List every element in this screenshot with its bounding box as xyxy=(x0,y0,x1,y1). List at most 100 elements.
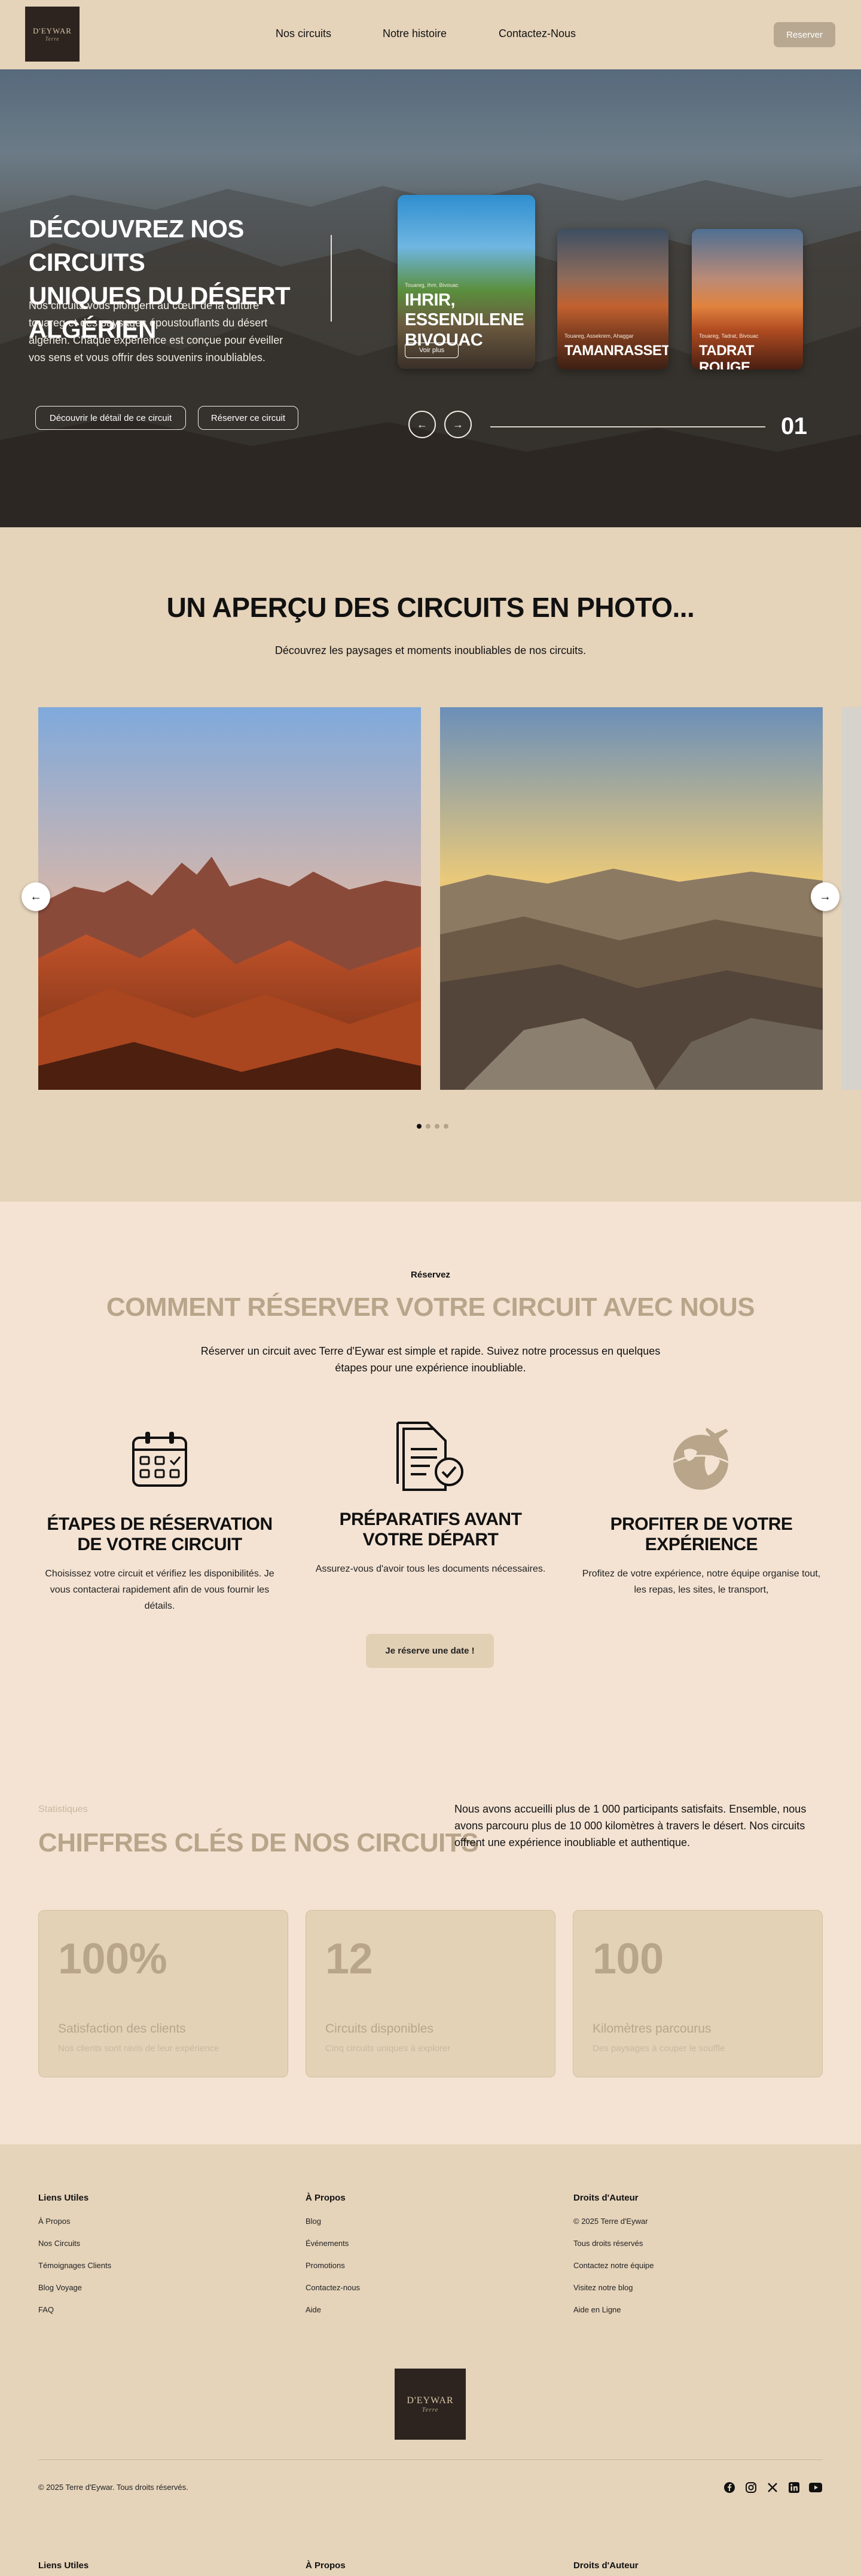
x-icon[interactable] xyxy=(766,2481,779,2494)
gallery-dot[interactable] xyxy=(435,1124,439,1129)
hero-section: DÉCOUVREZ NOS CIRCUITS UNIQUES DU DÉSERT… xyxy=(0,69,861,527)
footer-copyright: © 2025 Terre d'Eywar. Tous droits réserv… xyxy=(38,2483,188,2492)
card-tag: Touareg, Tadrat, Bivouac xyxy=(699,333,759,339)
gallery-prev-button[interactable]: ← xyxy=(22,882,50,911)
hero-description: Nos circuits vous plongent au cœur de la… xyxy=(29,300,283,363)
circuit-card-tamanrasset[interactable]: Touareg, Assekrem, Ahaggar TAMANRASSET xyxy=(557,229,668,369)
stat-card-kilometres: 100 Kilomètres parcourus Des paysages à … xyxy=(573,1910,823,2077)
footer-link[interactable]: Aide xyxy=(306,2305,321,2314)
book-date-button[interactable]: Je réserve une date ! xyxy=(366,1634,494,1668)
footer-link[interactable]: Visitez notre blog xyxy=(573,2283,633,2292)
step-booking: ÉTAPES DE RÉSERVATION DE VOTRE CIRCUIT C… xyxy=(40,1514,279,1614)
reserve-title: COMMENT RÉSERVER VOTRE CIRCUIT AVEC NOUS xyxy=(106,1292,755,1322)
card-tag: Touareg, Assekrem, Ahaggar xyxy=(564,333,634,339)
arrow-left-icon: ← xyxy=(417,418,428,430)
logo[interactable]: D'EYWAR Terre xyxy=(25,7,80,62)
stat-value: 100 xyxy=(593,1935,664,1983)
instagram-icon[interactable] xyxy=(744,2481,758,2494)
nav-nos-circuits[interactable]: Nos circuits xyxy=(276,27,331,40)
footer-repeat-title: Liens Utiles xyxy=(38,2560,89,2571)
step-title: ÉTAPES DE RÉSERVATION DE VOTRE CIRCUIT xyxy=(47,1514,273,1554)
step-text: Choisissez votre circuit et vérifiez les… xyxy=(45,1569,274,1611)
footer-link[interactable]: Contactez notre équipe xyxy=(573,2261,654,2270)
calendar-icon xyxy=(132,1432,187,1487)
footer-divider xyxy=(38,2459,823,2460)
step-enjoy: PROFITER DE VOTRE EXPÉRIENCE Profitez de… xyxy=(582,1514,821,1598)
reserve-text: Réserver un circuit avec Terre d'Eywar e… xyxy=(0,1343,861,1376)
youtube-icon[interactable] xyxy=(809,2481,822,2494)
footer-repeat-title: À Propos xyxy=(306,2560,346,2571)
circuit-card-ihrir[interactable]: Touareg, Ihrir, Bivouac IHRIR, ESSENDILE… xyxy=(398,195,535,369)
step-title: PROFITER DE VOTRE EXPÉRIENCE xyxy=(610,1514,793,1554)
slide-progress-line xyxy=(490,426,765,427)
slide-number: 01 xyxy=(781,413,807,439)
gallery-dot[interactable] xyxy=(444,1124,448,1129)
nav-notre-histoire[interactable]: Notre histoire xyxy=(383,27,447,40)
reserve-button[interactable]: Reserver xyxy=(774,22,835,47)
reserve-text-line1: Réserver un circuit avec Terre d'Eywar e… xyxy=(200,1345,661,1357)
card-title-line1: IHRIR, ESSENDILENE xyxy=(405,291,524,330)
stat-card-circuits: 12 Circuits disponibles Cinq circuits un… xyxy=(306,1910,555,2077)
footer-link[interactable]: Témoignages Clients xyxy=(38,2261,111,2270)
footer-link[interactable]: Blog Voyage xyxy=(38,2283,82,2292)
footer-link[interactable]: Événements xyxy=(306,2239,349,2248)
card-tag: Touareg, Ihrir, Bivouac xyxy=(405,282,459,288)
reserve-circuit-button[interactable]: Réserver ce circuit xyxy=(198,406,298,430)
footer-col-title: À Propos xyxy=(306,2193,346,2203)
stat-value: 100% xyxy=(58,1935,167,1983)
arrow-right-icon: → xyxy=(819,890,831,903)
stat-desc: Des paysages à couper le souffle xyxy=(593,2043,725,2054)
step-preparation: PRÉPARATIFS AVANT VOTRE DÉPART Assurez-v… xyxy=(311,1509,550,1577)
hero-divider xyxy=(331,235,332,322)
footer-logo-text: D'EYWAR xyxy=(407,2395,454,2406)
hero-title-line1: DÉCOUVREZ NOS CIRCUITS xyxy=(29,215,244,276)
footer-link[interactable]: FAQ xyxy=(38,2305,54,2314)
stat-label: Circuits disponibles xyxy=(325,2022,433,2036)
footer-link[interactable]: Aide en Ligne xyxy=(573,2305,621,2314)
footer-col-title: Liens Utiles xyxy=(38,2193,89,2203)
footer-logo-sub: Terre xyxy=(422,2406,439,2413)
footer-repeat-title: Droits d'Auteur xyxy=(573,2560,639,2571)
footer-link[interactable]: Promotions xyxy=(306,2261,345,2270)
footer-link[interactable]: Contactez-nous xyxy=(306,2283,360,2292)
card-title: TAMANRASSET xyxy=(564,343,668,359)
gallery-title: UN APERÇU DES CIRCUITS EN PHOTO... xyxy=(166,592,695,623)
stat-value: 12 xyxy=(325,1935,373,1983)
stats-title: CHIFFRES CLÉS DE NOS CIRCUITS xyxy=(38,1828,479,1857)
gallery-subtitle: Découvrez les paysages et moments inoubl… xyxy=(274,644,587,656)
stat-label: Kilomètres parcourus xyxy=(593,2022,712,2036)
footer-link[interactable]: Blog xyxy=(306,2217,321,2226)
gallery-photo-3-partial xyxy=(842,707,861,1090)
gallery-next-button[interactable]: → xyxy=(811,882,839,911)
linkedin-icon[interactable] xyxy=(787,2481,801,2494)
reserve-kicker: Réservez xyxy=(411,1270,450,1280)
stat-desc: Nos clients sont ravis de leur expérienc… xyxy=(58,2043,219,2054)
nav-contact[interactable]: Contactez-Nous xyxy=(499,27,576,40)
step-title: PRÉPARATIFS AVANT VOTRE DÉPART xyxy=(339,1509,522,1550)
circuit-details-button[interactable]: Découvrir le détail de ce circuit xyxy=(35,406,186,430)
footer-link[interactable]: À Propos xyxy=(38,2217,70,2226)
step-text: Profitez de votre expérience, notre équi… xyxy=(582,1569,821,1595)
gallery-photo-2 xyxy=(440,707,823,1090)
see-more-button[interactable]: Voir plus xyxy=(405,343,459,358)
footer-col-title: Droits d'Auteur xyxy=(573,2193,639,2203)
stats-kicker: Statistiques xyxy=(38,1804,88,1814)
arrow-left-icon: ← xyxy=(30,890,42,903)
next-slide-button[interactable]: → xyxy=(444,411,472,438)
facebook-icon[interactable] xyxy=(723,2481,736,2494)
logo-text: D'EYWAR xyxy=(33,26,72,35)
circuit-card-tadrat[interactable]: Touareg, Tadrat, Bivouac TADRAT ROUGE xyxy=(692,229,803,369)
site-header: D'EYWAR Terre Nos circuits Notre histoir… xyxy=(0,0,861,69)
gallery-dot[interactable] xyxy=(426,1124,430,1129)
stats-text: Nous avons accueilli plus de 1 000 parti… xyxy=(454,1803,807,1848)
footer-link: Tous droits réservés xyxy=(573,2239,643,2248)
step-text: Assurez-vous d'avoir tous les documents … xyxy=(315,1564,546,1574)
stat-desc: Cinq circuits uniques à explorer xyxy=(325,2043,451,2054)
gallery-dot[interactable] xyxy=(417,1124,422,1129)
prev-slide-button[interactable]: ← xyxy=(408,411,436,438)
logo-sub: Terre xyxy=(45,36,60,42)
stat-label: Satisfaction des clients xyxy=(58,2022,186,2036)
footer-logo[interactable]: D'EYWAR Terre xyxy=(395,2369,466,2440)
footer-link[interactable]: Nos Circuits xyxy=(38,2239,80,2248)
footer-link: © 2025 Terre d'Eywar xyxy=(573,2217,648,2226)
